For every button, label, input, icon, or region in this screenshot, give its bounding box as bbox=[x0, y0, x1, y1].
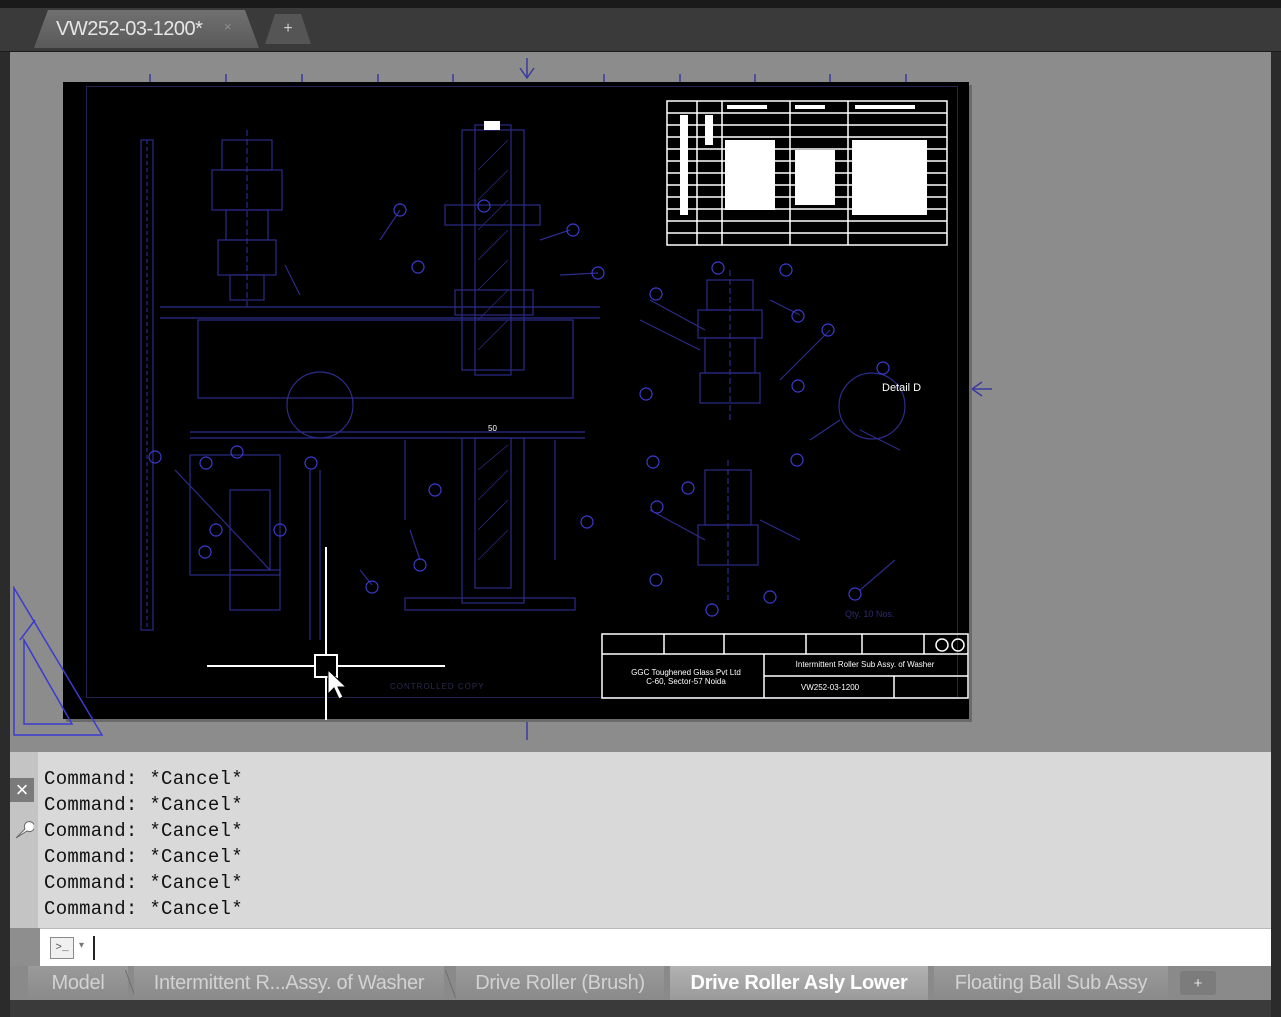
command-history-panel: × Command: *Cancel* Command: *Cancel* Co… bbox=[10, 752, 1271, 928]
recent-commands-dropdown-icon[interactable]: ▾ bbox=[79, 940, 84, 951]
ucs-icon bbox=[13, 585, 104, 736]
company-line2: C-60, Sector-57 Noida bbox=[646, 677, 726, 686]
cad-drawing bbox=[13, 100, 969, 736]
layout-tab-drive-roller-brush[interactable]: Drive Roller (Brush) bbox=[456, 966, 664, 1000]
drawing-title: Intermittent Roller Sub Assy. of Washer bbox=[795, 660, 935, 669]
controlled-copy-label: CONTROLLED COPY bbox=[390, 682, 485, 691]
close-command-line-icon[interactable]: × bbox=[10, 778, 34, 802]
command-input-gutter bbox=[10, 928, 40, 966]
layout-tab-drive-roller-asly-lower[interactable]: Drive Roller Asly Lower bbox=[670, 966, 928, 1000]
command-history-line: Command: *Cancel* bbox=[44, 768, 243, 790]
command-prompt-icon[interactable]: >_ bbox=[50, 937, 74, 959]
layout-tab-floating-ball-sub-assy[interactable]: Floating Ball Sub Assy bbox=[934, 966, 1168, 1000]
layout-tab-intermittent-roller[interactable]: Intermittent R...Assy. of Washer bbox=[134, 966, 444, 1000]
command-history-line: Command: *Cancel* bbox=[44, 820, 243, 842]
qty-label: Qty. 10 Nos. bbox=[845, 609, 895, 619]
dimension-label: 50 bbox=[488, 424, 497, 433]
title-block-company: GGC Toughened Glass Pvt Ltd C-60, Sector… bbox=[612, 668, 760, 686]
command-history-line: Command: *Cancel* bbox=[44, 846, 243, 868]
command-history-line: Command: *Cancel* bbox=[44, 794, 243, 816]
layout-tab-model[interactable]: Model bbox=[28, 966, 128, 1000]
company-line1: GGC Toughened Glass Pvt Ltd bbox=[631, 668, 741, 677]
layout-tab-bar: Model Intermittent R...Assy. of Washer D… bbox=[10, 966, 1271, 1017]
customize-wrench-icon[interactable] bbox=[12, 820, 34, 842]
command-history-line: Command: *Cancel* bbox=[44, 898, 243, 920]
command-history-line: Command: *Cancel* bbox=[44, 872, 243, 894]
drawing-number: VW252-03-1200 bbox=[800, 683, 860, 692]
status-strip bbox=[10, 1000, 1271, 1017]
add-layout-button[interactable]: + bbox=[1180, 971, 1216, 995]
command-input[interactable]: >_ ▾ bbox=[40, 928, 1271, 966]
text-caret bbox=[93, 936, 95, 960]
detail-label: Detail D bbox=[882, 382, 922, 394]
